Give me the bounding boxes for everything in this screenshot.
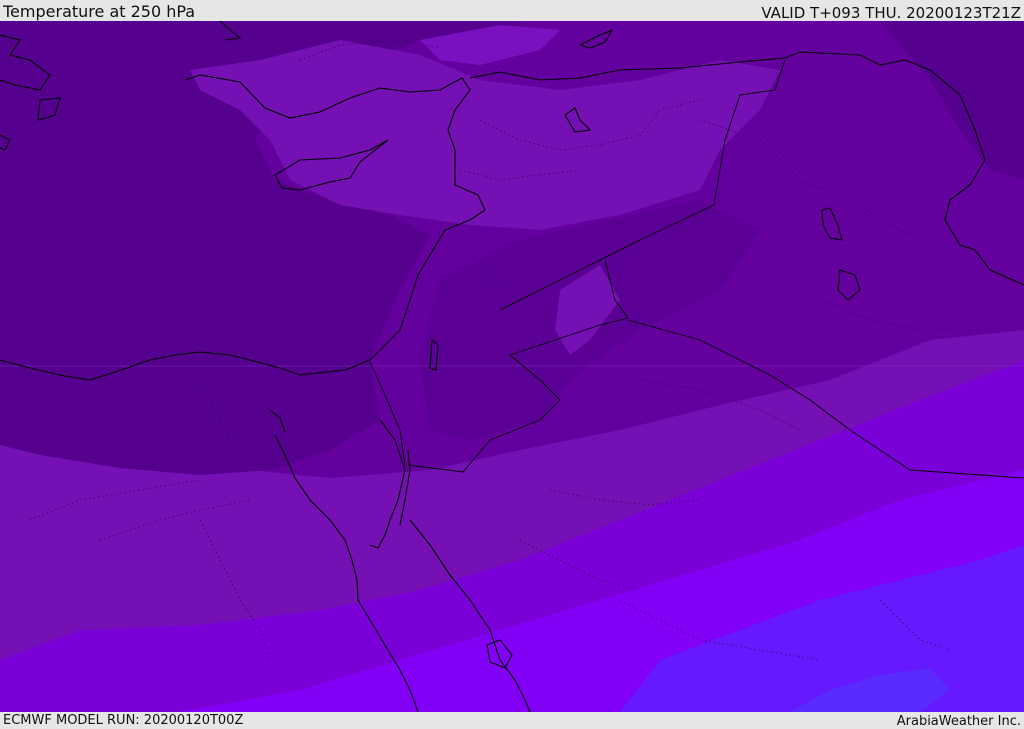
credit-label: ArabiaWeather Inc. — [896, 714, 1021, 729]
map-title: Temperature at 250 hPa — [3, 2, 196, 21]
map-canvas — [0, 21, 1024, 712]
temperature-map[interactable] — [0, 21, 1024, 712]
valid-time-label: VALID T+093 THU. 20200123T21Z — [761, 4, 1021, 22]
footer-bar: ECMWF MODEL RUN: 20200120T00Z ArabiaWeat… — [0, 712, 1024, 729]
header-bar: Temperature at 250 hPa VALID T+093 THU. … — [0, 0, 1024, 21]
model-run-label: ECMWF MODEL RUN: 20200120T00Z — [3, 713, 244, 728]
